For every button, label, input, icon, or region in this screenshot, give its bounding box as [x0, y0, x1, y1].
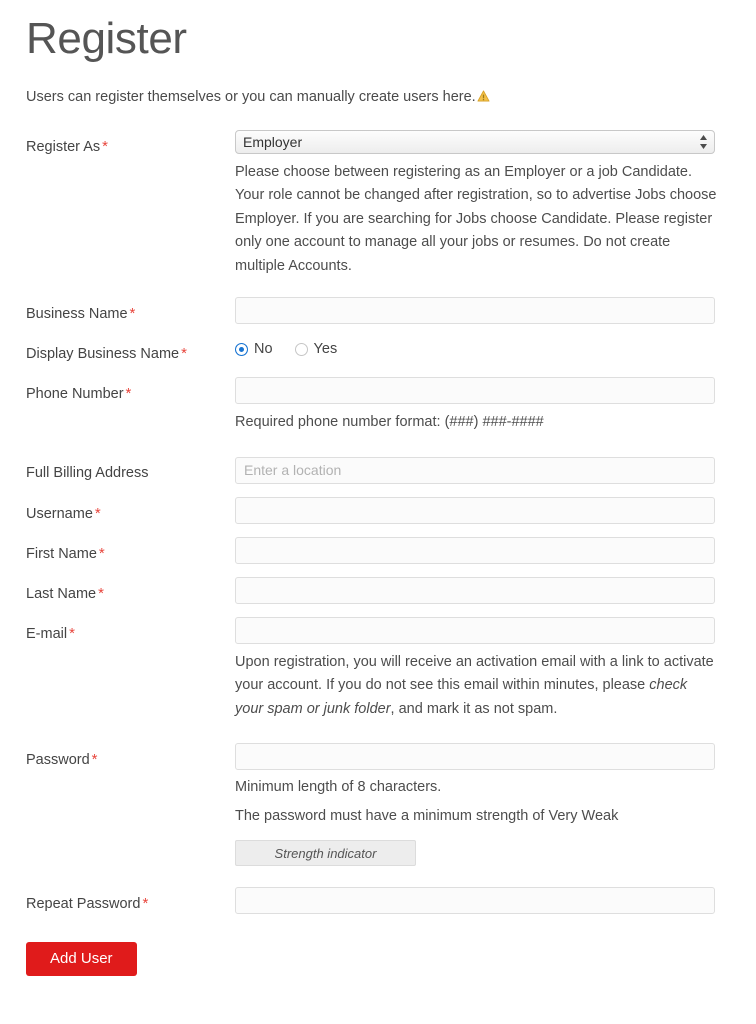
field-row-billing-address: Full Billing Address [26, 456, 730, 484]
billing-address-input[interactable] [235, 456, 715, 484]
label-billing-address-text: Full Billing Address [26, 464, 149, 481]
label-password: Password * [26, 743, 235, 770]
label-phone-number-text: Phone Number [26, 386, 124, 403]
page-title: Register [26, 14, 187, 63]
email-input[interactable] [235, 616, 715, 644]
field-row-repeat-password: Repeat Password * [26, 887, 730, 915]
label-first-name-text: First Name [26, 545, 97, 562]
email-help-part1: Upon registration, you will receive an a… [235, 653, 714, 694]
phone-number-input[interactable] [235, 377, 715, 405]
radio-dot-selected-icon [235, 342, 248, 356]
repeat-password-input[interactable] [235, 887, 715, 915]
email-help-part2: , and mark it as not spam. [390, 700, 558, 717]
label-first-name: First Name * [26, 537, 235, 564]
last-name-input[interactable] [235, 576, 715, 604]
add-user-button[interactable]: Add User [26, 942, 137, 977]
field-row-phone-number: Phone Number * Required phone number form… [26, 377, 730, 434]
field-row-username: Username * [26, 496, 730, 524]
label-business-name: Business Name * [26, 297, 235, 324]
label-billing-address: Full Billing Address [26, 457, 235, 483]
field-row-display-business-name: Display Business Name * No Yes [26, 337, 730, 364]
display-business-name-radio-group: No Yes [235, 337, 730, 357]
field-row-register-as: Register As * Employer Please choose betw… [26, 129, 730, 278]
password-strength-indicator: Strength indicator [235, 840, 416, 867]
field-row-first-name: First Name * [26, 536, 730, 564]
label-phone-number: Phone Number * [26, 377, 235, 404]
label-email-text: E-mail [26, 625, 68, 642]
label-password-text: Password [26, 752, 90, 769]
warning-triangle-icon [477, 88, 490, 102]
label-last-name: Last Name * [26, 577, 235, 604]
label-display-business-name-text: Display Business Name [26, 346, 180, 363]
field-row-password: Password * Minimum length of 8 characters… [26, 743, 730, 867]
field-row-email: E-mail * Upon registration, you will rece… [26, 616, 730, 721]
password-help-strength: The password must have a minimum strengt… [235, 807, 619, 824]
radio-label-no: No [254, 341, 273, 358]
label-business-name-text: Business Name [26, 306, 128, 323]
required-marker: * [94, 504, 101, 522]
required-marker: * [91, 751, 98, 769]
register-form: Register As * Employer Please choose betw… [26, 129, 730, 977]
label-username: Username * [26, 497, 235, 524]
required-marker: * [142, 895, 149, 913]
required-marker: * [98, 584, 104, 602]
label-username-text: Username [26, 505, 93, 522]
radio-display-business-name-no[interactable]: No [235, 341, 273, 357]
radio-label-yes: Yes [313, 341, 338, 358]
page-intro: Users can register themselves or you can… [26, 87, 730, 107]
password-input[interactable] [235, 743, 715, 771]
required-marker: * [181, 345, 187, 363]
email-help: Upon registration, you will receive an a… [235, 651, 717, 721]
label-repeat-password-text: Repeat Password [26, 896, 141, 913]
register-as-help: Please choose between registering as an … [235, 163, 717, 274]
field-row-business-name: Business Name * [26, 297, 730, 325]
first-name-input[interactable] [235, 536, 715, 564]
phone-number-help: Required phone number format: (###) ###-… [235, 414, 544, 431]
register-page: Register Users can register themselves o… [0, 0, 756, 1024]
label-email: E-mail * [26, 617, 235, 644]
password-help-min-length: Minimum length of 8 characters. [235, 779, 442, 796]
page-intro-text: Users can register themselves or you can… [26, 88, 476, 105]
register-as-select-wrap: Employer [235, 129, 715, 154]
label-repeat-password: Repeat Password * [26, 887, 235, 914]
label-display-business-name: Display Business Name * [26, 337, 235, 364]
required-marker: * [129, 305, 136, 323]
required-marker: * [125, 385, 132, 403]
required-marker: * [102, 137, 108, 155]
business-name-input[interactable] [235, 297, 715, 325]
field-row-last-name: Last Name * [26, 576, 730, 604]
register-as-select[interactable]: Employer [235, 129, 715, 154]
radio-display-business-name-yes[interactable]: Yes [294, 341, 338, 358]
required-marker: * [98, 544, 105, 562]
username-input[interactable] [235, 496, 715, 524]
required-marker: * [69, 624, 75, 642]
label-register-as: Register As * [26, 130, 235, 157]
radio-dot-unselected-icon [294, 342, 308, 356]
label-last-name-text: Last Name [26, 585, 97, 602]
label-register-as-text: Register As [26, 138, 101, 155]
